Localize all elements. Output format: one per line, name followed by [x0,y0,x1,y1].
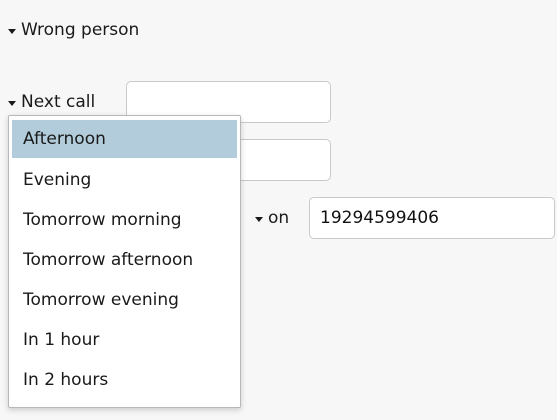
caret-down-icon [255,216,263,222]
next-call-toggle[interactable]: Next call [8,92,95,112]
next-call-label: Next call [21,92,96,112]
wrong-person-label: Wrong person [21,20,140,40]
on-label-group: on [255,208,289,228]
dropdown-option-tomorrow-evening[interactable]: Tomorrow evening [12,280,237,320]
dropdown-option-tomorrow-afternoon[interactable]: Tomorrow afternoon [12,240,237,280]
phone-number-input[interactable] [309,197,555,239]
dropdown-option-afternoon[interactable]: Afternoon [12,120,237,158]
next-call-time-dropdown[interactable]: Afternoon Evening Tomorrow morning Tomor… [8,115,241,408]
dropdown-option-evening[interactable]: Evening [12,160,237,200]
wrong-person-toggle[interactable]: Wrong person [8,20,139,40]
dropdown-option-in-2-hours[interactable]: In 2 hours [12,360,237,400]
caret-down-icon [8,28,16,34]
on-label: on [268,208,290,228]
dropdown-option-tomorrow-morning[interactable]: Tomorrow morning [12,200,237,240]
caret-down-icon [8,100,16,106]
dropdown-option-in-1-hour[interactable]: In 1 hour [12,320,237,360]
